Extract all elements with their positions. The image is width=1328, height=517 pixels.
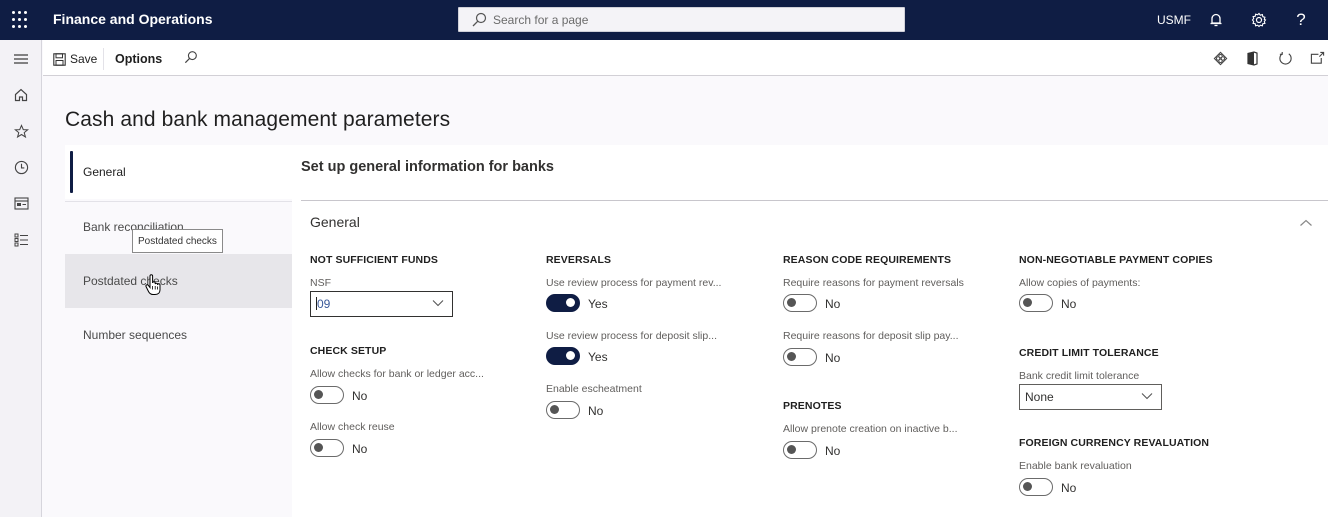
save-button[interactable]: Save [53,50,97,68]
bank-credit-limit-tolerance-dropdown[interactable]: None [1019,384,1162,410]
enable-escheatment-toggle[interactable] [546,401,580,419]
group-heading-reason-code-requirements: REASON CODE REQUIREMENTS [783,254,952,266]
tab-label: Postdated checks [83,274,178,288]
group-heading-credit-limit-tolerance: CREDIT LIMIT TOLERANCE [1019,347,1159,359]
action-pane: Save Options [43,40,1328,76]
vertical-tab-list: General Bank reconciliation Postdated ch… [65,145,292,517]
field-label-enable-escheatment: Enable escheatment [546,383,642,395]
nsf-dropdown[interactable]: 09 [310,291,453,317]
refresh-icon[interactable] [1276,49,1294,67]
field-label-allow-copies: Allow copies of payments: [1019,277,1141,289]
divider [301,200,1328,201]
tab-general[interactable]: General [65,145,292,199]
toggle-value: No [825,297,841,311]
require-reasons-deposit-toggle[interactable] [783,348,817,366]
allow-checks-toggle[interactable] [310,386,344,404]
toggle-value: Yes [588,350,608,364]
help-icon[interactable]: ? [1291,10,1311,30]
tab-label: General [83,165,126,179]
enable-bank-revaluation-toggle[interactable] [1019,478,1053,496]
toggle-value: No [1061,481,1077,495]
review-payment-reversals-toggle[interactable] [546,294,580,312]
divider [103,48,104,70]
tooltip: Postdated checks [132,229,223,253]
field-label-review-payment-reversals: Use review process for payment rev... [546,277,722,289]
chevron-down-icon [432,300,444,307]
field-label-allow-prenote: Allow prenote creation on inactive b... [783,423,958,435]
gear-icon[interactable] [1249,10,1269,30]
workspace-icon[interactable] [11,193,31,213]
hand-cursor-icon [145,274,161,301]
bell-icon[interactable] [1206,10,1226,30]
field-label-bank-credit-limit-tolerance: Bank credit limit tolerance [1019,370,1140,382]
field-label-require-reasons-payment: Require reasons for payment reversals [783,277,964,289]
tab-number-sequences[interactable]: Number sequences [65,308,292,362]
toggle-value: No [352,442,368,456]
chevron-up-icon[interactable] [1299,215,1315,231]
field-label-allow-check-reuse: Allow check reuse [310,421,395,433]
app-title[interactable]: Finance and Operations [53,11,212,27]
waffle-icon[interactable] [12,11,30,29]
open-new-window-icon[interactable] [1308,49,1326,67]
review-deposit-slip-toggle[interactable] [546,347,580,365]
section-heading: Set up general information for banks [301,159,554,175]
toggle-value: No [588,404,604,418]
dropdown-value: None [1025,390,1054,404]
field-label-allow-checks: Allow checks for bank or ledger acc... [310,368,484,380]
chevron-down-icon [1141,393,1153,400]
allow-check-reuse-toggle[interactable] [310,439,344,457]
tab-content-panel: Set up general information for banks Gen… [292,145,1328,517]
group-heading-prenotes: PRENOTES [783,400,842,412]
hamburger-icon[interactable] [11,49,31,69]
nsf-value: 09 [317,297,331,311]
page-search-box[interactable] [458,7,905,32]
toggle-value: No [1061,297,1077,311]
list-icon[interactable] [11,230,31,250]
group-heading-foreign-currency-revaluation: FOREIGN CURRENCY REVALUATION [1019,437,1210,449]
top-navigation-bar: Finance and Operations USMF ? [0,0,1328,40]
options-button[interactable]: Options [115,52,162,66]
office-icon[interactable] [1243,49,1261,67]
home-icon[interactable] [11,85,31,105]
save-label: Save [70,52,98,66]
group-heading-check-setup: CHECK SETUP [310,345,387,357]
clock-icon[interactable] [11,157,31,177]
field-label-require-reasons-deposit: Require reasons for deposit slip pay... [783,330,959,342]
group-heading-not-sufficient-funds: NOT SUFFICIENT FUNDS [310,254,438,266]
group-heading-reversals: REVERSALS [546,254,612,266]
allow-prenote-toggle[interactable] [783,441,817,459]
power-apps-icon[interactable] [1211,49,1229,67]
toggle-value: No [352,389,368,403]
require-reasons-payment-toggle[interactable] [783,294,817,312]
company-selector[interactable]: USMF [1157,13,1191,27]
page-title: Cash and bank management parameters [65,108,451,131]
tab-postdated-checks[interactable]: Postdated checks [65,254,292,308]
search-input[interactable] [493,12,893,27]
toggle-value: No [825,351,841,365]
fasttab-general-header[interactable]: General [310,214,360,230]
star-icon[interactable] [11,121,31,141]
search-icon [472,12,487,26]
allow-copies-toggle[interactable] [1019,294,1053,312]
navigation-rail [0,40,42,517]
save-icon [53,52,66,66]
toggle-value: No [825,444,841,458]
tab-label: Number sequences [83,328,188,342]
group-heading-non-negotiable-payment-copies: NON-NEGOTIABLE PAYMENT COPIES [1019,254,1213,266]
field-label-enable-bank-revaluation: Enable bank revaluation [1019,460,1132,472]
action-search-icon[interactable] [183,50,198,70]
field-label-nsf: NSF [310,277,331,289]
toggle-value: Yes [588,297,608,311]
field-label-review-deposit-slip: Use review process for deposit slip... [546,330,717,342]
